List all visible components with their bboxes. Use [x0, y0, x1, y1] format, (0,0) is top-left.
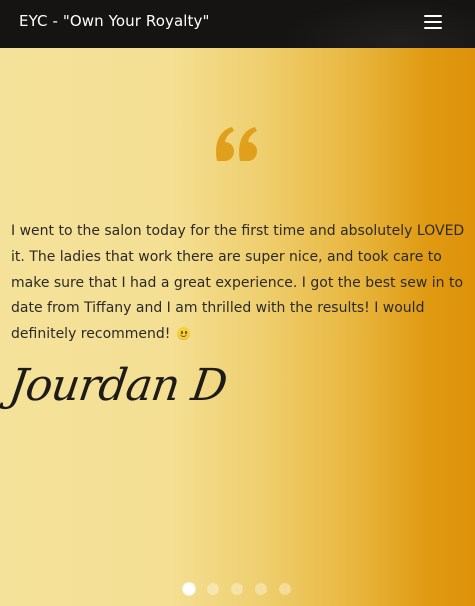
menu-bar-top — [424, 15, 442, 17]
carousel-dot-1[interactable] — [183, 583, 195, 595]
slightly-smiling-face-icon — [176, 327, 190, 341]
hamburger-menu-icon[interactable] — [420, 12, 446, 34]
author-signature: Jourdan D — [6, 360, 230, 411]
quote-mark-icon — [216, 127, 257, 161]
testimonial-body: I went to the salon today for the first … — [11, 223, 465, 343]
menu-bar-middle — [424, 21, 442, 23]
carousel-indicators — [183, 583, 293, 597]
top-navbar: EYC - "Own Your Royalty" — [0, 0, 475, 48]
carousel-dot-2[interactable] — [207, 583, 219, 595]
carousel-dot-3[interactable] — [231, 583, 243, 595]
testimonial-text: I went to the salon today for the first … — [11, 219, 467, 348]
carousel-dot-5[interactable] — [279, 583, 291, 595]
carousel-dot-4[interactable] — [255, 583, 267, 595]
menu-bar-bottom — [424, 27, 442, 29]
brand-title[interactable]: EYC - "Own Your Royalty" — [19, 12, 210, 30]
